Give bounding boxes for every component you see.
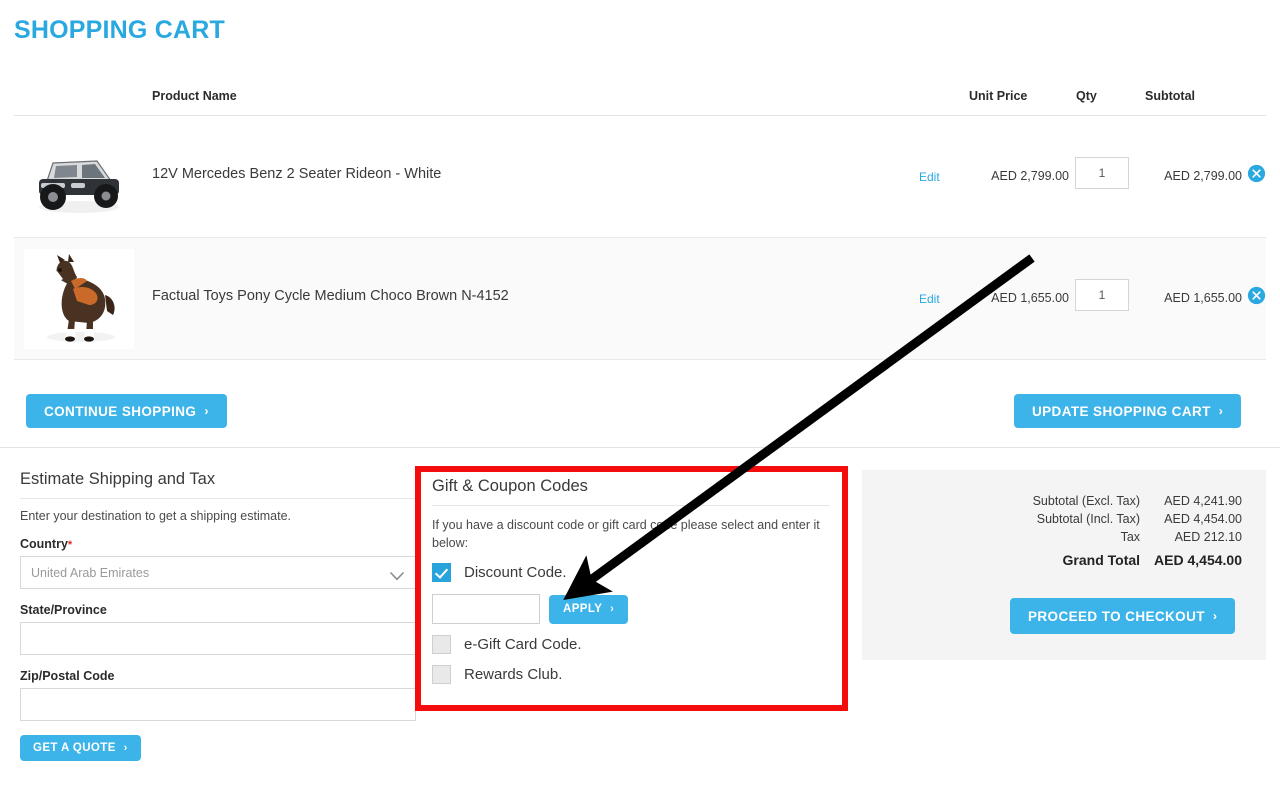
column-header-product-name: Product Name	[152, 89, 237, 103]
product-name[interactable]: Factual Toys Pony Cycle Medium Choco Bro…	[152, 288, 509, 304]
zip-input[interactable]	[20, 688, 416, 721]
column-header-qty: Qty	[1076, 89, 1097, 103]
subtotal-incl-tax-label: Subtotal (Incl. Tax)	[1036, 512, 1141, 526]
tax-label: Tax	[1120, 530, 1141, 544]
section-divider	[0, 447, 1280, 448]
product-thumbnail-pony-cycle[interactable]	[24, 249, 134, 349]
column-header-unit-price: Unit Price	[969, 89, 1028, 103]
table-row: 12V Mercedes Benz 2 Seater Rideon - Whit…	[14, 116, 1266, 238]
discount-code-input[interactable]	[432, 594, 540, 625]
country-label: Country*	[20, 537, 418, 551]
tax-value: AED 212.10	[1174, 530, 1242, 544]
table-row: Factual Toys Pony Cycle Medium Choco Bro…	[14, 238, 1266, 360]
get-a-quote-label: GET A QUOTE	[33, 742, 116, 754]
remove-circle-icon	[1247, 286, 1266, 305]
subtotal-incl-tax-value: AED 4,454.00	[1164, 512, 1242, 526]
zip-label: Zip/Postal Code	[20, 669, 115, 683]
grand-total-value: AED 4,454.00	[1154, 552, 1242, 568]
update-shopping-cart-button[interactable]: UPDATE SHOPPING CART ›	[1014, 394, 1242, 428]
subtotal-excl-tax-value: AED 4,241.90	[1164, 494, 1242, 508]
discount-code-label: Discount Code.	[464, 564, 567, 582]
totals-row-subtotal-incl: Subtotal (Incl. Tax) AED 4,454.00	[1033, 510, 1242, 528]
chevron-right-icon: ›	[610, 603, 615, 616]
proceed-to-checkout-button[interactable]: PROCEED TO CHECKOUT ›	[1010, 598, 1236, 634]
discount-code-option[interactable]: Discount Code.	[432, 563, 830, 583]
required-asterisk: *	[67, 539, 73, 551]
state-input[interactable]	[20, 622, 416, 655]
egift-card-label: e-Gift Card Code.	[464, 636, 582, 654]
order-totals-panel: Subtotal (Excl. Tax) AED 4,241.90 Subtot…	[862, 470, 1266, 660]
apply-coupon-button[interactable]: APPLY ›	[549, 594, 629, 624]
cart-table-header: Product Name Unit Price Qty Subtotal	[14, 78, 1266, 116]
country-label-text: Country	[20, 537, 68, 551]
edit-item-link[interactable]: Edit	[919, 170, 940, 184]
totals-row-tax: Tax AED 212.10	[1033, 528, 1242, 546]
row-subtotal-value: AED 1,655.00	[1164, 291, 1242, 305]
unit-price-value: AED 1,655.00	[991, 291, 1069, 305]
product-thumbnail-toy-car[interactable]	[24, 127, 134, 227]
unit-price-value: AED 2,799.00	[991, 169, 1069, 183]
estimate-shipping-section: Estimate Shipping and Tax Enter your des…	[20, 470, 418, 761]
page-title: SHOPPING CART	[14, 16, 225, 44]
remove-circle-icon	[1247, 164, 1266, 183]
apply-label: APPLY	[563, 603, 603, 616]
totals-row-grand-total: Grand Total AED 4,454.00	[1033, 546, 1242, 570]
grand-total-label: Grand Total	[1062, 552, 1141, 568]
chevron-right-icon: ›	[1212, 609, 1218, 623]
rewards-club-checkbox[interactable]	[432, 665, 451, 685]
edit-item-link[interactable]: Edit	[919, 292, 940, 306]
remove-item-button[interactable]	[1247, 286, 1266, 305]
country-select-wrapper	[20, 551, 416, 589]
subtotal-excl-tax-label: Subtotal (Excl. Tax)	[1032, 494, 1141, 508]
totals-table: Subtotal (Excl. Tax) AED 4,241.90 Subtot…	[1033, 492, 1242, 570]
rewards-club-label: Rewards Club.	[464, 666, 563, 684]
remove-item-button[interactable]	[1247, 164, 1266, 183]
coupon-section-title: Gift & Coupon Codes	[432, 477, 830, 506]
rewards-club-option[interactable]: Rewards Club.	[432, 665, 830, 685]
egift-card-checkbox[interactable]	[432, 635, 451, 655]
continue-shopping-label: CONTINUE SHOPPING	[44, 403, 197, 419]
proceed-to-checkout-label: PROCEED TO CHECKOUT	[1028, 608, 1205, 624]
coupon-section-description: If you have a discount code or gift card…	[432, 518, 820, 551]
product-name[interactable]: 12V Mercedes Benz 2 Seater Rideon - Whit…	[152, 166, 441, 182]
country-select[interactable]	[20, 556, 416, 589]
quantity-input[interactable]	[1075, 279, 1129, 311]
quantity-input[interactable]	[1075, 157, 1129, 189]
discount-code-entry: APPLY ›	[432, 594, 830, 625]
gift-coupon-section: Gift & Coupon Codes If you have a discou…	[432, 477, 830, 685]
cart-table: Product Name Unit Price Qty Subtotal 12V…	[14, 78, 1266, 360]
totals-row-subtotal-excl: Subtotal (Excl. Tax) AED 4,241.90	[1033, 492, 1242, 510]
state-label: State/Province	[20, 603, 107, 617]
chevron-right-icon: ›	[1218, 404, 1224, 418]
continue-shopping-button[interactable]: CONTINUE SHOPPING ›	[26, 394, 227, 428]
row-subtotal-value: AED 2,799.00	[1164, 169, 1242, 183]
estimate-section-description: Enter your destination to get a shipping…	[20, 509, 291, 523]
discount-code-checkbox[interactable]	[432, 563, 451, 583]
column-header-subtotal: Subtotal	[1145, 89, 1195, 103]
toy-car-image	[39, 160, 119, 213]
egift-card-option[interactable]: e-Gift Card Code.	[432, 635, 830, 655]
chevron-right-icon: ›	[204, 404, 209, 418]
get-a-quote-button[interactable]: GET A QUOTE ›	[20, 735, 141, 761]
pony-cycle-image	[47, 254, 115, 342]
chevron-right-icon: ›	[123, 742, 128, 754]
estimate-section-title: Estimate Shipping and Tax	[20, 470, 418, 499]
update-cart-label: UPDATE SHOPPING CART	[1032, 403, 1211, 419]
